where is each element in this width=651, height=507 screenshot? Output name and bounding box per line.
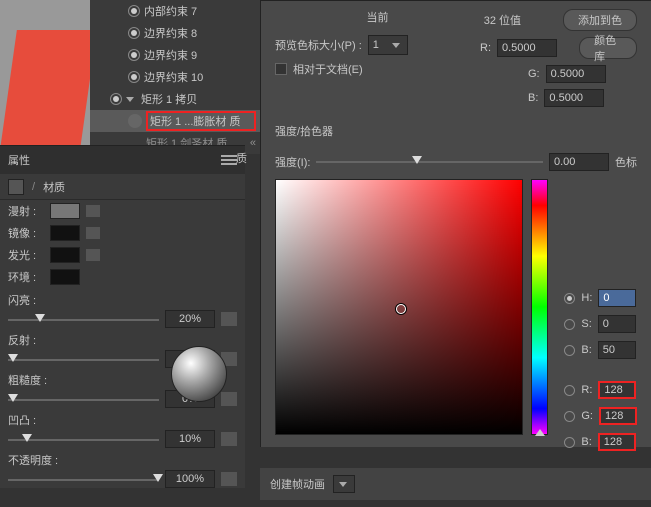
color-picker-panel: 当前 预览色标大小(P) : 1 相对于文档(E) 32 位值 添加到色 R: 颜色…	[260, 0, 651, 447]
sv-cursor	[396, 304, 406, 314]
diffuse-swatch[interactable]	[50, 203, 80, 219]
glow-swatch[interactable]	[50, 247, 80, 263]
opacity-input[interactable]	[165, 470, 215, 488]
s-label: S:	[581, 318, 591, 330]
b2-label: B:	[581, 436, 591, 448]
close-icon[interactable]: «	[250, 137, 256, 149]
timeline-bar: 创建帧动画	[260, 468, 651, 500]
h-radio[interactable]	[564, 293, 575, 304]
folder-icon[interactable]	[221, 392, 237, 406]
preview-size-label: 预览色标大小(P) :	[275, 37, 362, 53]
r-label: R:	[480, 42, 491, 54]
rough-slider[interactable]	[8, 393, 159, 407]
intensity-input[interactable]	[549, 153, 609, 171]
material-tab[interactable]: 材质	[43, 179, 65, 195]
panel-menu-icon[interactable]	[221, 155, 237, 165]
layer-row[interactable]: 内部约束 7	[90, 0, 260, 22]
chevron-down-icon	[339, 482, 347, 487]
r-input[interactable]	[497, 39, 557, 57]
b-label: B:	[581, 344, 591, 356]
preview-size-dropdown[interactable]: 1	[368, 35, 408, 55]
add-color-button[interactable]: 添加到色	[563, 9, 637, 31]
br-input[interactable]	[598, 341, 636, 359]
shine-label: 闪亮 :	[8, 292, 237, 308]
shine-slider[interactable]	[8, 313, 159, 327]
canvas-area	[0, 0, 90, 150]
glow-label: 发光 :	[8, 247, 44, 263]
q-label: 质	[236, 150, 247, 166]
reflect-slider[interactable]	[8, 353, 159, 367]
g-input[interactable]	[546, 65, 606, 83]
relative-label: 相对于文档(E)	[293, 61, 363, 77]
timeline-dropdown[interactable]	[333, 475, 355, 493]
r2-radio[interactable]	[564, 385, 575, 396]
s-radio[interactable]	[564, 319, 575, 330]
visibility-icon[interactable]	[110, 93, 122, 105]
create-animation-button[interactable]: 创建帧动画	[270, 476, 325, 492]
intensity-slider[interactable]	[316, 155, 543, 169]
hsb-inputs: H: S: B: R: G: B:	[564, 289, 637, 451]
layer-row[interactable]: 边界约束 9	[90, 44, 260, 66]
shine-input[interactable]	[165, 310, 215, 328]
opacity-slider[interactable]	[8, 473, 159, 487]
visibility-icon[interactable]	[128, 27, 140, 39]
bit-depth-label: 32 位值	[484, 12, 521, 28]
bump-label: 凹凸 :	[8, 412, 237, 428]
ambient-swatch[interactable]	[50, 269, 80, 285]
layer-row[interactable]: 边界约束 10	[90, 66, 260, 88]
opacity-label: 不透明度 :	[8, 452, 237, 468]
layer-row-selected[interactable]: 矩形 1 ...膨胀材 质	[90, 110, 260, 132]
r2-label: R:	[581, 384, 592, 396]
red-shape	[0, 30, 97, 150]
folder-icon[interactable]	[221, 472, 237, 486]
layers-panel: 内部约束 7 边界约束 8 边界约束 9 边界约束 10 矩形 1 拷贝 矩形 …	[90, 0, 260, 154]
chevron-down-icon	[392, 43, 400, 48]
s-input[interactable]	[598, 315, 636, 333]
3d-tool-icon[interactable]	[8, 179, 24, 195]
link-icon[interactable]	[86, 249, 100, 261]
layer-row-parent[interactable]: 矩形 1 拷贝	[90, 88, 260, 110]
color-mark-label: 色标	[615, 154, 637, 170]
r2-input[interactable]	[598, 381, 636, 399]
intensity-section-label: 强度/拾色器	[275, 123, 637, 139]
hue-slider[interactable]	[531, 179, 548, 435]
mirror-label: 镜像 :	[8, 225, 44, 241]
visibility-icon[interactable]	[128, 49, 140, 61]
material-preview[interactable]	[171, 346, 227, 402]
h-input[interactable]	[598, 289, 636, 307]
visibility-icon[interactable]	[128, 71, 140, 83]
g2-radio[interactable]	[564, 411, 575, 422]
g-label: G:	[528, 68, 540, 80]
b-radio[interactable]	[564, 345, 575, 356]
b2-radio[interactable]	[564, 437, 575, 448]
hue-thumb	[535, 429, 545, 436]
bump-slider[interactable]	[8, 433, 159, 447]
properties-panel: 质 属性 / 材质 漫射 : 镜像 : 发光 : 环境 : 闪亮 : 反射 : …	[0, 145, 245, 488]
h-label: H:	[581, 292, 592, 304]
visibility-icon[interactable]	[128, 5, 140, 17]
g2-input[interactable]	[599, 407, 637, 425]
color-library-button[interactable]: 颜色库	[579, 37, 637, 59]
chevron-down-icon[interactable]	[126, 97, 134, 102]
ambient-label: 环境 :	[8, 269, 44, 285]
relative-checkbox[interactable]	[275, 63, 287, 75]
material-icon	[128, 114, 142, 128]
b-input[interactable]	[544, 89, 604, 107]
folder-icon[interactable]	[221, 312, 237, 326]
saturation-value-field[interactable]	[275, 179, 523, 435]
current-label: 当前	[275, 9, 480, 25]
link-icon[interactable]	[86, 205, 100, 217]
b2-input[interactable]	[598, 433, 636, 451]
bump-input[interactable]	[165, 430, 215, 448]
b-label: B:	[528, 92, 538, 104]
link-icon[interactable]	[86, 227, 100, 239]
diffuse-label: 漫射 :	[8, 203, 44, 219]
g2-label: G:	[581, 410, 593, 422]
intensity-label: 强度(I):	[275, 154, 310, 170]
layer-row[interactable]: 边界约束 8	[90, 22, 260, 44]
mirror-swatch[interactable]	[50, 225, 80, 241]
folder-icon[interactable]	[221, 432, 237, 446]
properties-title: 属性	[8, 152, 30, 168]
